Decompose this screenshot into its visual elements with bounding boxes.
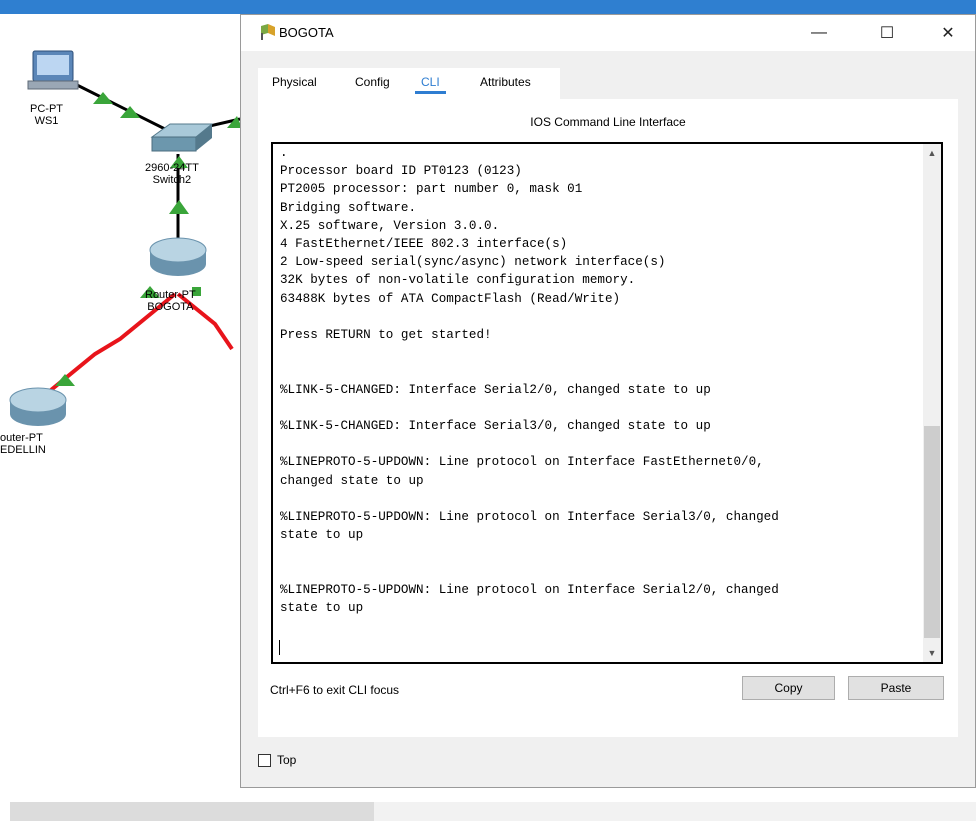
router-icon — [9, 387, 67, 426]
device-label-medellin: outer-PT EDELLIN — [0, 432, 46, 456]
device-label-switch2: 2960-24TT Switch2 — [145, 162, 199, 186]
router-icon — [149, 237, 207, 276]
cli-focus-hint: Ctrl+F6 to exit CLI focus — [270, 683, 400, 697]
horizontal-scrollbar-track[interactable] — [374, 802, 976, 821]
pc-icon — [27, 50, 79, 90]
top-checkbox-label: Top — [277, 753, 297, 767]
panel-title: IOS Command Line Interface — [530, 115, 686, 129]
tab-cli[interactable]: CLI — [415, 73, 446, 94]
minimize-button[interactable]: — — [796, 15, 842, 51]
close-button[interactable]: ✕ — [925, 15, 971, 51]
scroll-up-icon[interactable]: ▲ — [923, 144, 941, 162]
window-title: BOGOTA — [279, 25, 334, 40]
device-label-ws1: PC-PT WS1 — [30, 103, 63, 127]
text-cursor — [279, 640, 280, 655]
cli-console[interactable]: . Processor board ID PT0123 (0123) PT200… — [271, 142, 943, 664]
cli-panel: IOS Command Line Interface . Processor b… — [258, 99, 958, 737]
topology-canvas — [9, 50, 242, 426]
tab-config[interactable]: Config — [349, 73, 396, 91]
scroll-thumb[interactable] — [924, 426, 940, 638]
device-label-bogota: Router-PT BOGOTA — [145, 289, 196, 313]
maximize-button[interactable]: ☐ — [864, 15, 910, 51]
tab-physical[interactable]: Physical — [266, 73, 323, 91]
cli-output: . Processor board ID PT0123 (0123) PT200… — [280, 146, 779, 616]
top-checkbox[interactable]: Top — [258, 753, 296, 767]
router-app-icon — [261, 24, 275, 40]
horizontal-scrollbar-thumb[interactable] — [10, 802, 374, 821]
device-window: BOGOTA — ☐ ✕ Physical Config CLI Attribu… — [240, 14, 976, 788]
top-blue-bar — [0, 0, 976, 14]
cli-scrollbar[interactable]: ▲ ▼ — [923, 144, 941, 662]
title-bar[interactable]: BOGOTA — ☐ ✕ — [241, 15, 975, 51]
copy-button[interactable]: Copy — [742, 676, 835, 700]
tab-attributes[interactable]: Attributes — [474, 73, 537, 91]
link-light — [55, 374, 75, 386]
scroll-down-icon[interactable]: ▼ — [923, 644, 941, 662]
paste-button[interactable]: Paste — [848, 676, 944, 700]
checkbox-box[interactable] — [258, 753, 271, 767]
link-light — [169, 200, 189, 214]
link-ws1-switch — [74, 82, 176, 136]
